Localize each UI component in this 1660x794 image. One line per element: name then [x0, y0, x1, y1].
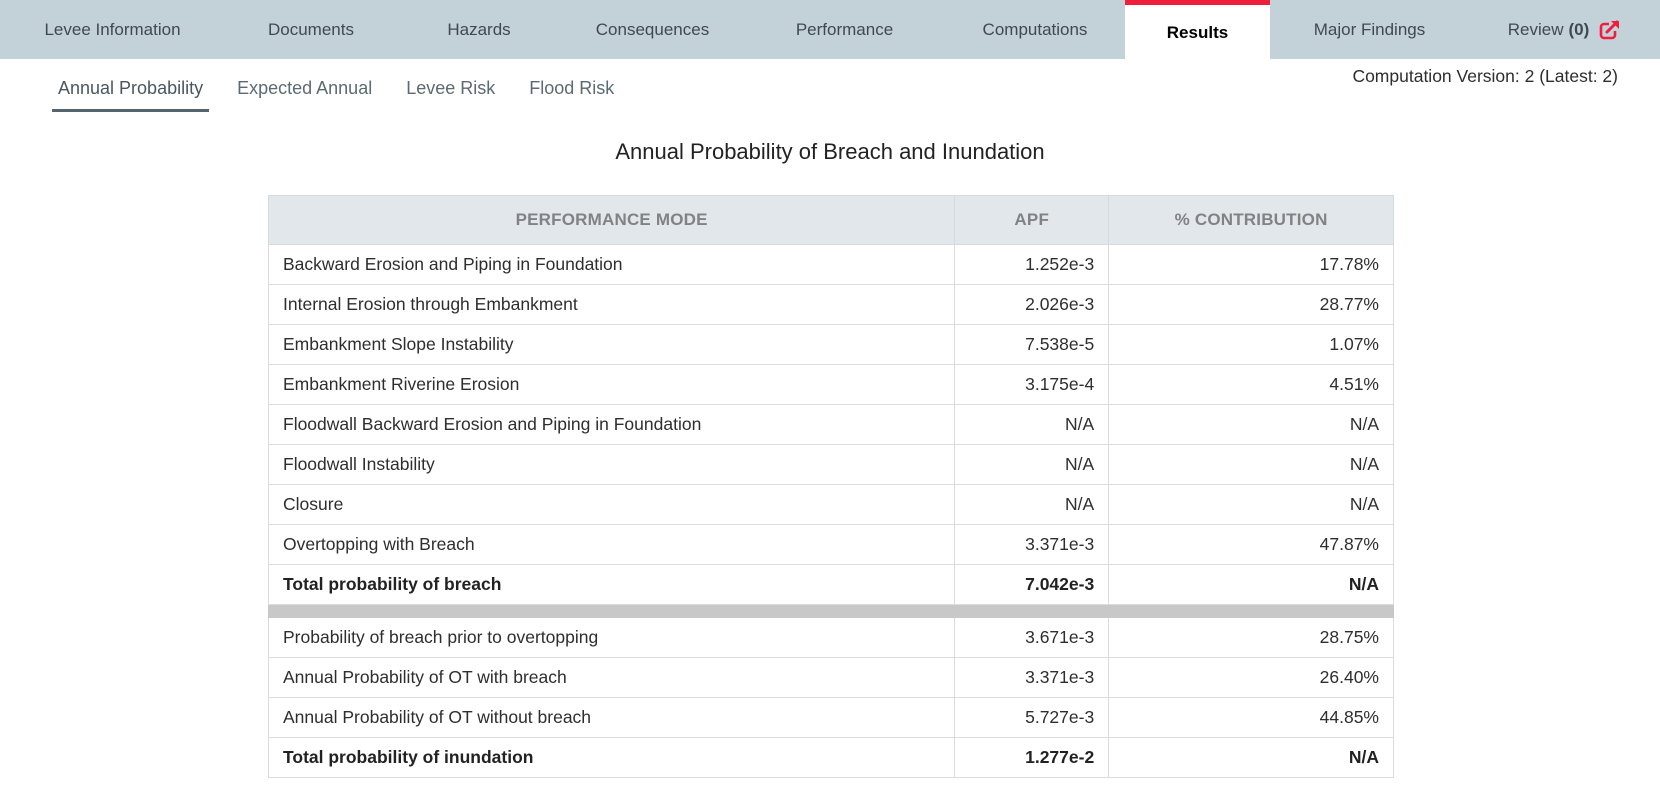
mode-cell: Overtopping with Breach — [267, 524, 956, 565]
subtab-expected-annual[interactable]: Expected Annual — [231, 72, 378, 112]
review-label: Review — [1507, 19, 1564, 39]
separator-cell — [268, 604, 1394, 618]
column-header-contribution: % CONTRIBUTION — [1108, 195, 1394, 245]
top-navigation: Levee Information Documents Hazards Cons… — [0, 0, 1660, 59]
subtab-flood-risk[interactable]: Flood Risk — [523, 72, 620, 112]
apf-cell: 3.371e-3 — [954, 657, 1110, 698]
contribution-cell: N/A — [1108, 484, 1394, 525]
mode-cell: Backward Erosion and Piping in Foundatio… — [267, 244, 956, 285]
contribution-cell: 17.78% — [1108, 244, 1394, 285]
apf-cell: 1.252e-3 — [954, 244, 1110, 285]
tab-major-findings[interactable]: Major Findings — [1270, 0, 1469, 59]
mode-cell: Embankment Slope Instability — [267, 324, 956, 365]
table-separator — [268, 604, 1394, 618]
review-count-badge: (0) — [1568, 19, 1590, 39]
computation-version: Computation Version: 2 (Latest: 2) — [1352, 66, 1618, 86]
total-label-cell: Total probability of inundation — [267, 737, 956, 778]
contribution-cell: 26.40% — [1108, 657, 1394, 698]
total-label-cell: Total probability of breach — [267, 564, 956, 605]
table-row: Annual Probability of OT without breach 5… — [267, 697, 1394, 738]
apf-cell: N/A — [954, 484, 1110, 525]
total-inundation-row: Total probability of inundation 1.277e-2 N… — [267, 737, 1394, 778]
apf-cell: 3.175e-4 — [954, 364, 1110, 405]
mode-cell: Floodwall Instability — [267, 444, 956, 485]
contribution-cell: N/A — [1108, 404, 1394, 445]
apf-cell: 3.371e-3 — [954, 524, 1110, 565]
table-row: Backward Erosion and Piping in Foundatio… — [267, 244, 1394, 285]
tab-hazards[interactable]: Hazards — [397, 0, 561, 59]
tab-computations[interactable]: Computations — [945, 0, 1125, 59]
tab-documents[interactable]: Documents — [225, 0, 397, 59]
tab-levee-information[interactable]: Levee Information — [0, 0, 225, 59]
mode-cell: Floodwall Backward Erosion and Piping in… — [267, 404, 956, 445]
table-row: Floodwall Instability N/A N/A — [267, 444, 1394, 485]
mode-cell: Internal Erosion through Embankment — [267, 284, 956, 325]
total-contribution-cell: N/A — [1108, 737, 1394, 778]
column-header-apf: APF — [954, 195, 1110, 245]
contribution-cell: N/A — [1108, 444, 1394, 485]
table-header-row: PERFORMANCE MODE APF % CONTRIBUTION — [267, 195, 1394, 245]
table-row: Closure N/A N/A — [267, 484, 1394, 525]
table-row: Probability of breach prior to overtoppi… — [267, 617, 1394, 658]
apf-cell: 5.727e-3 — [954, 697, 1110, 738]
table-row: Internal Erosion through Embankment 2.026… — [267, 284, 1394, 325]
apf-cell: N/A — [954, 404, 1110, 445]
tab-review[interactable]: Review (0) — [1469, 0, 1660, 59]
subtab-levee-risk[interactable]: Levee Risk — [400, 72, 501, 112]
apf-cell: 2.026e-3 — [954, 284, 1110, 325]
subtab-annual-probability[interactable]: Annual Probability — [52, 72, 210, 112]
table-row: Overtopping with Breach 3.371e-3 47.87% — [267, 524, 1394, 565]
tab-performance[interactable]: Performance — [744, 0, 945, 59]
external-link-icon[interactable] — [1599, 19, 1622, 41]
apf-cell: N/A — [954, 444, 1110, 485]
contribution-cell: 28.77% — [1108, 284, 1394, 325]
contribution-cell: 47.87% — [1108, 524, 1394, 565]
sub-tabs: Annual Probability Expected Annual Levee… — [52, 72, 642, 112]
table-row: Embankment Slope Instability 7.538e-5 1.07… — [267, 324, 1394, 365]
total-contribution-cell: N/A — [1108, 564, 1394, 605]
contribution-cell: 44.85% — [1108, 697, 1394, 738]
contribution-cell: 4.51% — [1108, 364, 1394, 405]
table-row: Annual Probability of OT with breach 3.37… — [267, 657, 1394, 698]
column-header-performance-mode: PERFORMANCE MODE — [267, 195, 956, 245]
contribution-cell: 28.75% — [1108, 617, 1394, 658]
tab-consequences[interactable]: Consequences — [561, 0, 744, 59]
tab-results[interactable]: Results — [1125, 0, 1270, 59]
apf-cell: 7.538e-5 — [954, 324, 1110, 365]
mode-cell: Probability of breach prior to overtoppi… — [267, 617, 956, 658]
total-breach-row: Total probability of breach 7.042e-3 N/A — [267, 564, 1394, 605]
page-title: Annual Probability of Breach and Inundat… — [615, 139, 1045, 164]
mode-cell: Closure — [267, 484, 956, 525]
mode-cell: Annual Probability of OT without breach — [267, 697, 956, 738]
results-table: PERFORMANCE MODE APF % CONTRIBUTION Back… — [267, 195, 1394, 778]
total-apf-cell: 7.042e-3 — [954, 564, 1110, 605]
table-row: Floodwall Backward Erosion and Piping in… — [267, 404, 1394, 445]
apf-cell: 3.671e-3 — [954, 617, 1110, 658]
mode-cell: Annual Probability of OT with breach — [267, 657, 956, 698]
contribution-cell: 1.07% — [1108, 324, 1394, 365]
mode-cell: Embankment Riverine Erosion — [267, 364, 956, 405]
total-apf-cell: 1.277e-2 — [954, 737, 1110, 778]
table-row: Embankment Riverine Erosion 3.175e-4 4.51% — [267, 364, 1394, 405]
